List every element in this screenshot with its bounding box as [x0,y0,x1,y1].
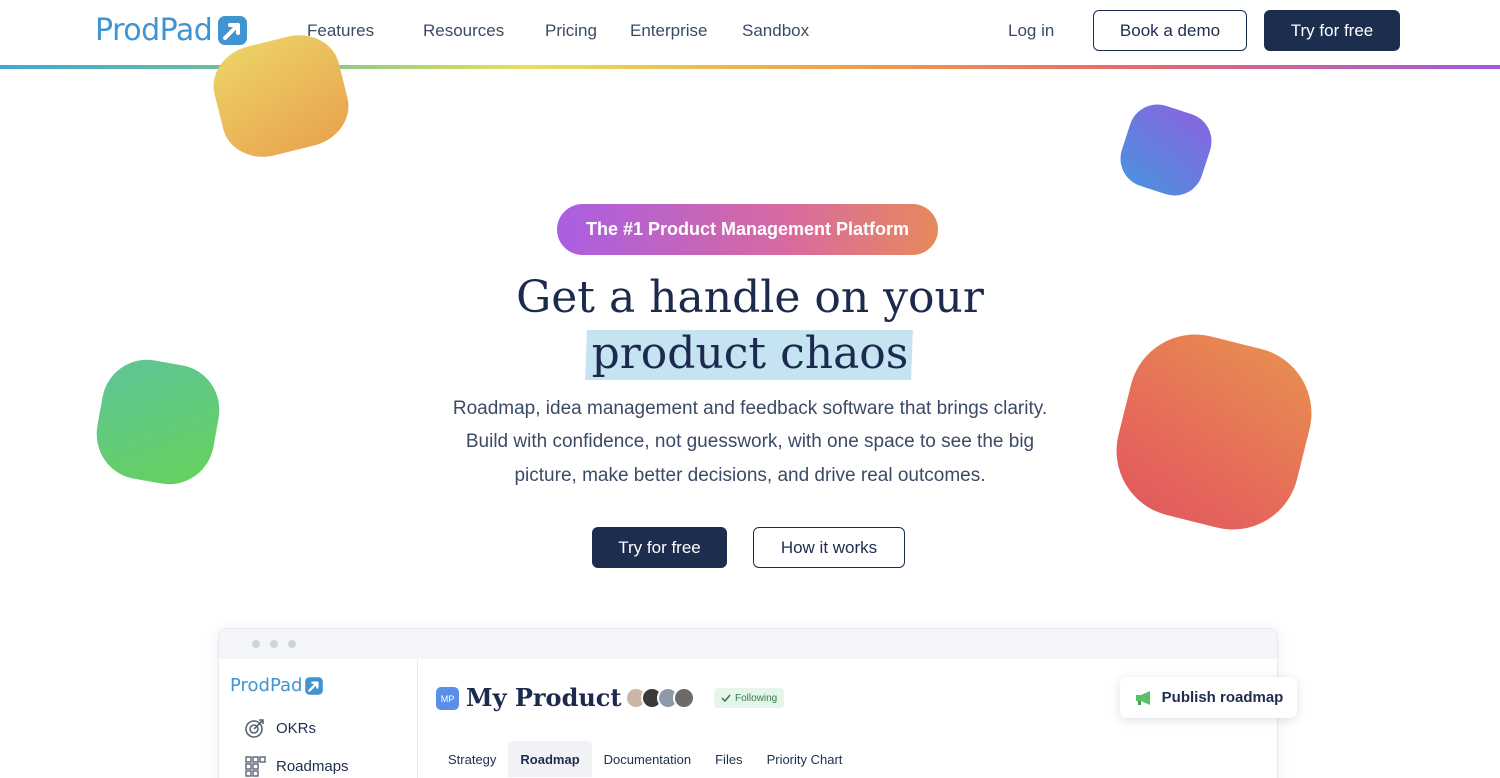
hero-subtitle-line1: Roadmap, idea management and feedback so… [452,398,1048,419]
product-title: My Product [466,683,622,712]
try-free-hero-button[interactable]: Try for free [592,527,727,568]
megaphone-icon [1135,690,1150,705]
app-preview-window: ProdPad OKRs Roadmaps MP My Product Foll… [218,628,1278,778]
product-badge: MP [436,687,459,710]
sidebar-item-roadmaps[interactable]: Roadmaps [244,755,349,777]
tab-strategy[interactable]: Strategy [436,741,508,777]
avatar-group[interactable] [625,687,695,709]
logo-text: ProdPad [95,13,213,48]
tab-files[interactable]: Files [703,741,754,777]
product-tabs: Strategy Roadmap Documentation Files Pri… [436,741,854,777]
nav-pricing[interactable]: Pricing [545,21,597,41]
following-badge[interactable]: Following [714,688,785,708]
tab-documentation[interactable]: Documentation [592,741,703,777]
hero-subtitle-line3: picture, make better decisions, and driv… [514,465,986,486]
app-sidebar: ProdPad OKRs Roadmaps [219,659,418,778]
app-logo[interactable]: ProdPad [230,675,324,696]
nav-resources[interactable]: Resources [423,21,504,41]
nav-enterprise[interactable]: Enterprise [630,21,707,41]
try-free-header-button[interactable]: Try for free [1264,10,1400,51]
sidebar-item-label: Roadmaps [276,757,349,775]
hero-badge: The #1 Product Management Platform [557,204,938,255]
tab-priority-chart[interactable]: Priority Chart [755,741,855,777]
tab-roadmap[interactable]: Roadmap [508,741,592,777]
book-demo-button[interactable]: Book a demo [1093,10,1247,51]
avatar [673,687,695,709]
sidebar-item-okrs[interactable]: OKRs [244,717,316,739]
how-it-works-button[interactable]: How it works [753,527,905,568]
window-dot [252,640,260,648]
hero-subtitle-line2: Build with confidence, not guesswork, wi… [465,431,1035,452]
hero-headline-line2: product chaos [591,328,909,379]
prodpad-logo-icon [218,16,248,45]
login-link[interactable]: Log in [1008,21,1054,41]
following-label: Following [735,692,778,704]
okrs-icon [245,719,264,738]
decorative-blob-blue [1113,97,1219,203]
prodpad-logo-icon [305,676,324,695]
site-header: ProdPad Features Resources Pricing Enter… [0,0,1500,65]
window-titlebar [219,629,1277,659]
publish-roadmap-button[interactable]: Publish roadmap [1120,677,1297,718]
publish-label: Publish roadmap [1161,689,1284,706]
prodpad-logo[interactable]: ProdPad [95,13,249,48]
window-dot [288,640,296,648]
roadmaps-icon [245,756,266,777]
app-logo-text: ProdPad [230,675,303,696]
nav-sandbox[interactable]: Sandbox [742,21,809,41]
decorative-blob-green [89,352,227,492]
sidebar-item-label: OKRs [276,719,317,737]
window-dot [270,640,278,648]
hero-headline-line1: Get a handle on your [516,272,984,323]
check-icon [721,694,731,703]
